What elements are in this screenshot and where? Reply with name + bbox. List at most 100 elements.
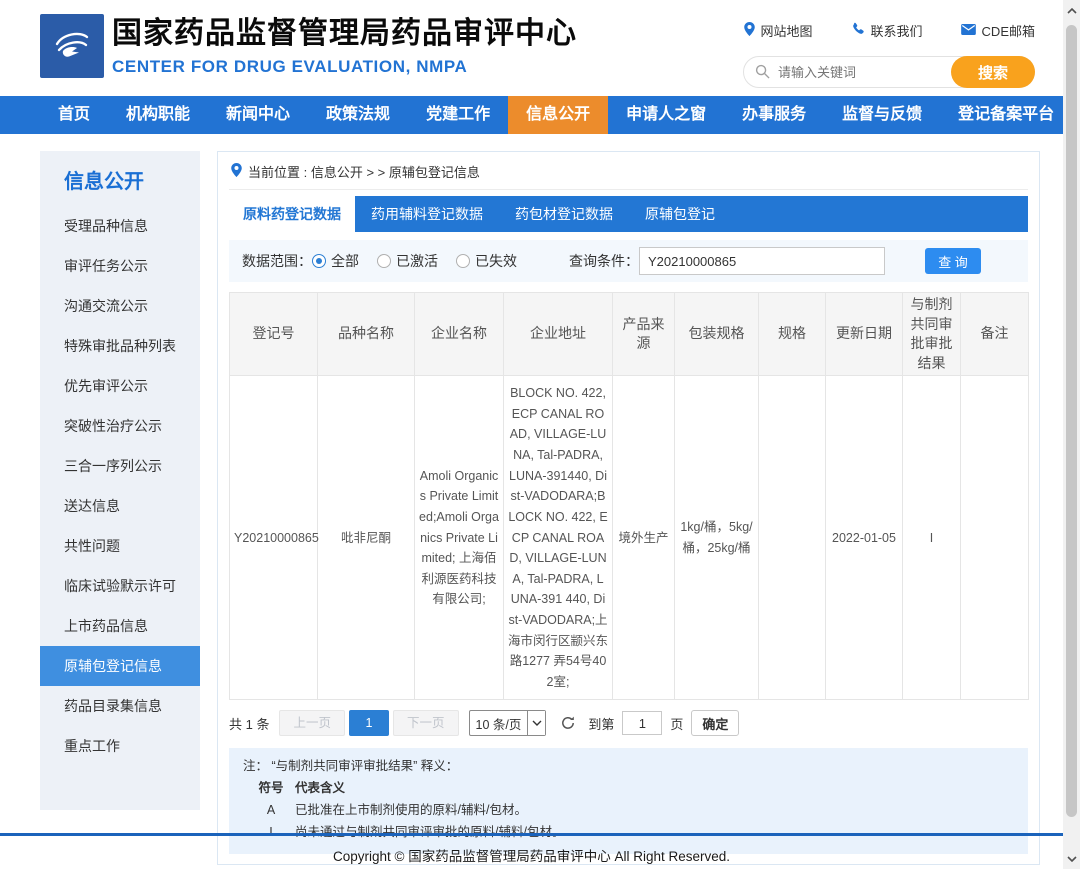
nav-item-party[interactable]: 党建工作: [408, 96, 508, 134]
sidebar-item-key-work[interactable]: 重点工作: [40, 726, 200, 766]
tab-packaging-registration-data[interactable]: 药包材登记数据: [499, 196, 629, 232]
sidebar-item-priority-review[interactable]: 优先审评公示: [40, 366, 200, 406]
cell-joint-review-result: I: [903, 376, 961, 700]
page-size-select[interactable]: 10 条/页: [469, 710, 547, 736]
query-input[interactable]: [639, 247, 885, 275]
scrollbar-down-arrow-icon[interactable]: [1063, 850, 1080, 867]
main-panel: 当前位置 : 信息公开 > > 原辅包登记信息 原料药登记数据 药用辅料登记数据…: [217, 151, 1040, 865]
refresh-icon[interactable]: [560, 715, 576, 731]
scrollbar-up-arrow-icon[interactable]: [1063, 2, 1080, 19]
link-contact[interactable]: 联系我们: [851, 21, 923, 40]
sidebar-item-special-approval[interactable]: 特殊审批品种列表: [40, 326, 200, 366]
site-header: 国家药品监督管理局药品审评中心 CENTER FOR DRUG EVALUATI…: [0, 0, 1063, 96]
swallow-logo-icon: [49, 21, 95, 72]
col-header-product-source: 产品来源: [613, 293, 675, 376]
sidebar-title: 信息公开: [40, 164, 200, 206]
nav-item-applicant[interactable]: 申请人之窗: [608, 96, 724, 134]
note-item-a: A 已批准在上市制剂使用的原料/辅料/包材。: [243, 800, 1014, 822]
note-col-meaning: 代表含义: [295, 778, 345, 800]
goto-page-label: 到第: [588, 714, 614, 733]
search-bar: 搜索: [743, 56, 1035, 88]
scrollbar[interactable]: [1063, 0, 1080, 869]
cell-company-address: BLOCK NO. 422, ECP CANAL ROAD, VILLAGE-L…: [504, 376, 613, 700]
radio-label-all: 全部: [331, 253, 359, 269]
next-page-button[interactable]: 下一页: [393, 710, 459, 736]
col-header-registration-no: 登记号: [230, 293, 318, 376]
nav-item-supervision[interactable]: 监督与反馈: [824, 96, 940, 134]
scrollbar-thumb[interactable]: [1066, 25, 1077, 817]
search-icon: [755, 64, 770, 84]
confirm-button[interactable]: 确定: [691, 710, 739, 736]
sidebar-item-marketed-drugs[interactable]: 上市药品信息: [40, 606, 200, 646]
sidebar: 信息公开 受理品种信息 审评任务公示 沟通交流公示 特殊审批品种列表 优先审评公…: [40, 151, 200, 810]
copyright-text: Copyright © 国家药品监督管理局药品审评中心 All Right Re…: [333, 849, 730, 864]
radio-option-all[interactable]: 全部: [312, 251, 359, 271]
table-row: Y20210000865 吡非尼酮 Amoli Organics Private…: [230, 376, 1029, 700]
col-header-company-address: 企业地址: [504, 293, 613, 376]
goto-page-unit: 页: [670, 714, 683, 733]
link-contact-label: 联系我们: [871, 21, 923, 40]
note-title: 注： “与制剂共同审评审批结果” 释义：: [243, 756, 1014, 778]
breadcrumb-pin-icon: [231, 163, 242, 180]
link-cde-mail[interactable]: CDE邮箱: [961, 21, 1035, 40]
note-symbol-a: A: [253, 800, 289, 822]
query-button[interactable]: 查 询: [925, 248, 981, 274]
goto-page-input[interactable]: [622, 711, 662, 735]
cell-company-name: Amoli Organics Private Limited;Amoli Org…: [415, 376, 504, 700]
pagination: 共 1 条 上一页 1 下一页 10 条/页 到第 页: [229, 710, 1028, 736]
nav-item-functions[interactable]: 机构职能: [108, 96, 208, 134]
footer-divider: [0, 833, 1063, 836]
tab-raw-excipient-registration[interactable]: 原辅包登记: [629, 196, 731, 232]
tab-excipient-registration-data[interactable]: 药用辅料登记数据: [355, 196, 499, 232]
radio-icon-expired: [456, 254, 470, 268]
filter-bar: 数据范围： 全部 已激活 已失效 查询条件： 查 询: [229, 240, 1028, 282]
sidebar-item-common-issues[interactable]: 共性问题: [40, 526, 200, 566]
sidebar-item-accepted-varieties[interactable]: 受理品种信息: [40, 206, 200, 246]
site-title-block: 国家药品监督管理局药品审评中心 CENTER FOR DRUG EVALUATI…: [112, 17, 577, 77]
query-label: 查询条件：: [569, 251, 639, 271]
nav-item-info-disclosure[interactable]: 信息公开: [508, 96, 608, 134]
sidebar-item-communication[interactable]: 沟通交流公示: [40, 286, 200, 326]
cell-product-source: 境外生产: [613, 376, 675, 700]
cde-logo: [40, 14, 104, 78]
col-header-update-date: 更新日期: [826, 293, 903, 376]
cell-registration-no: Y20210000865: [230, 376, 318, 700]
sidebar-item-drug-catalog[interactable]: 药品目录集信息: [40, 686, 200, 726]
radio-option-expired[interactable]: 已失效: [456, 251, 517, 271]
radio-option-activated[interactable]: 已激活: [377, 251, 438, 271]
cell-packaging-spec: 1kg/桶，5kg/桶，25kg/桶: [675, 376, 759, 700]
prev-page-button[interactable]: 上一页: [279, 710, 345, 736]
col-header-variety-name: 品种名称: [318, 293, 415, 376]
site-footer: Copyright © 国家药品监督管理局药品审评中心 All Right Re…: [0, 845, 1063, 865]
tab-api-registration-data[interactable]: 原料药登记数据: [229, 196, 355, 232]
viewport: 国家药品监督管理局药品审评中心 CENTER FOR DRUG EVALUATI…: [0, 0, 1063, 869]
quick-links: 网站地图 联系我们 CDE邮箱: [744, 21, 1035, 40]
note-header-row: 符号 代表含义: [243, 778, 1014, 800]
sidebar-item-raw-excipient-packaging[interactable]: 原辅包登记信息: [40, 646, 200, 686]
sidebar-item-review-tasks[interactable]: 审评任务公示: [40, 246, 200, 286]
sidebar-item-breakthrough-therapy[interactable]: 突破性治疗公示: [40, 406, 200, 446]
nav-item-policy[interactable]: 政策法规: [308, 96, 408, 134]
search-button[interactable]: 搜索: [951, 56, 1035, 88]
current-page-button[interactable]: 1: [349, 710, 389, 736]
sidebar-item-delivery-info[interactable]: 送达信息: [40, 486, 200, 526]
sidebar-item-clinical-trial-license[interactable]: 临床试验默示许可: [40, 566, 200, 606]
sidebar-item-three-in-one[interactable]: 三合一序列公示: [40, 446, 200, 486]
tab-bar: 原料药登记数据 药用辅料登记数据 药包材登记数据 原辅包登记: [229, 196, 1028, 232]
nav-item-home[interactable]: 首页: [40, 96, 108, 134]
breadcrumb: 当前位置 : 信息公开 > > 原辅包登记信息: [229, 160, 1028, 190]
nav-item-services[interactable]: 办事服务: [724, 96, 824, 134]
link-sitemap-label: 网站地图: [761, 21, 813, 40]
radio-icon-all: [312, 254, 326, 268]
radio-label-activated: 已激活: [396, 253, 438, 269]
link-sitemap[interactable]: 网站地图: [744, 21, 813, 40]
location-pin-icon: [744, 22, 755, 39]
scope-label: 数据范围：: [242, 251, 312, 271]
nav-item-registration-platform[interactable]: 登记备案平台: [940, 96, 1072, 134]
page: 国家药品监督管理局药品审评中心 CENTER FOR DRUG EVALUATI…: [0, 0, 1080, 869]
radio-label-expired: 已失效: [475, 253, 517, 269]
col-header-packaging-spec: 包装规格: [675, 293, 759, 376]
breadcrumb-text: 当前位置 : 信息公开 > > 原辅包登记信息: [248, 162, 480, 181]
nav-item-news[interactable]: 新闻中心: [208, 96, 308, 134]
cell-remarks: [961, 376, 1029, 700]
